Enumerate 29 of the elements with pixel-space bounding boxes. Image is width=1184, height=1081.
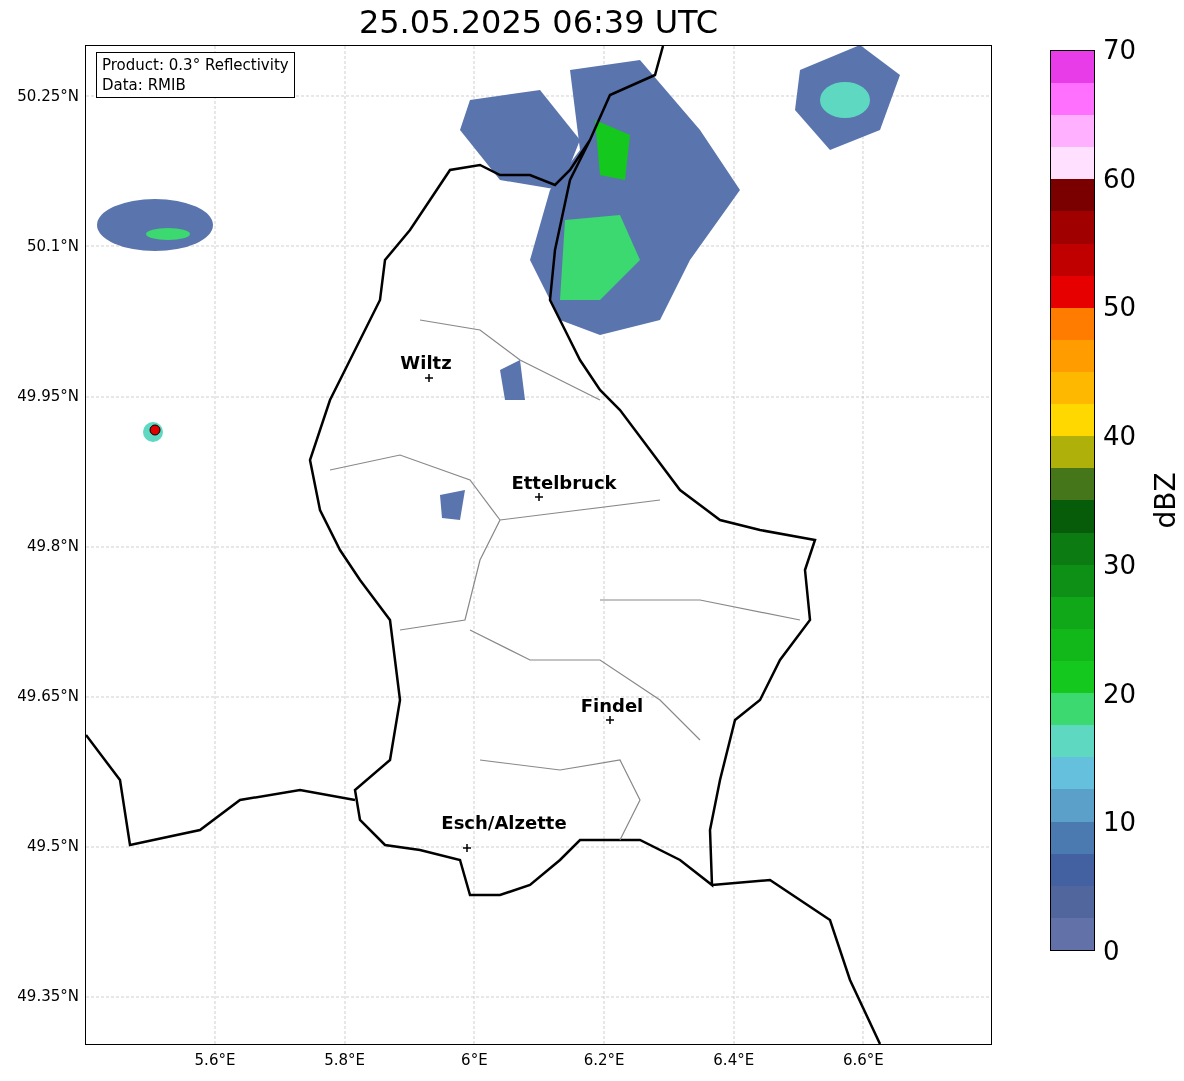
place-label: Findel [580, 696, 644, 716]
colorbar-tick-label: 20 [1103, 678, 1138, 709]
axis-tick-label: 6°E [460, 1051, 489, 1071]
axis-tick-label: 6.4°E [712, 1051, 756, 1071]
colorbar-tick-label: 30 [1103, 549, 1138, 580]
colorbar-tick-label: 10 [1103, 807, 1138, 838]
axis-tick-label: 6.6°E [842, 1051, 885, 1071]
place-label: Esch/Alzette [441, 813, 567, 833]
axis-tick-label: 5.8°E [323, 1051, 367, 1071]
info-text: Data: RMIB [102, 75, 187, 95]
chart-title: 25.05.2025 06:39 UTC [358, 2, 719, 43]
axis-tick-label: 49.65°N [17, 687, 79, 705]
colorbar-tick-label: 40 [1103, 421, 1138, 452]
colorbar-tick-label: 50 [1103, 292, 1138, 323]
info-text: Product: 0.3° Reflectivity [102, 55, 289, 75]
axis-tick-label: 5.6°E [193, 1051, 237, 1071]
place-label: Wiltz [400, 353, 452, 373]
colorbar-label: dBZ [1148, 472, 1182, 529]
colorbar-tick-label: 60 [1103, 163, 1138, 194]
axis-tick-label: 49.5°N [26, 837, 79, 855]
colorbar-tick-label: 0 [1103, 935, 1121, 966]
axis-tick-label: 6.2°E [582, 1051, 626, 1071]
axis-tick-label: 50.1°N [26, 237, 79, 255]
axis-tick-label: 49.95°N [17, 387, 79, 405]
axis-tick-label: 50.25°N [17, 87, 79, 105]
colorbar-tick-label: 70 [1103, 35, 1138, 65]
axis-tick-label: 49.8°N [26, 537, 79, 555]
axis-tick-label: 49.35°N [17, 987, 79, 1005]
place-label: Ettelbruck [511, 473, 617, 493]
